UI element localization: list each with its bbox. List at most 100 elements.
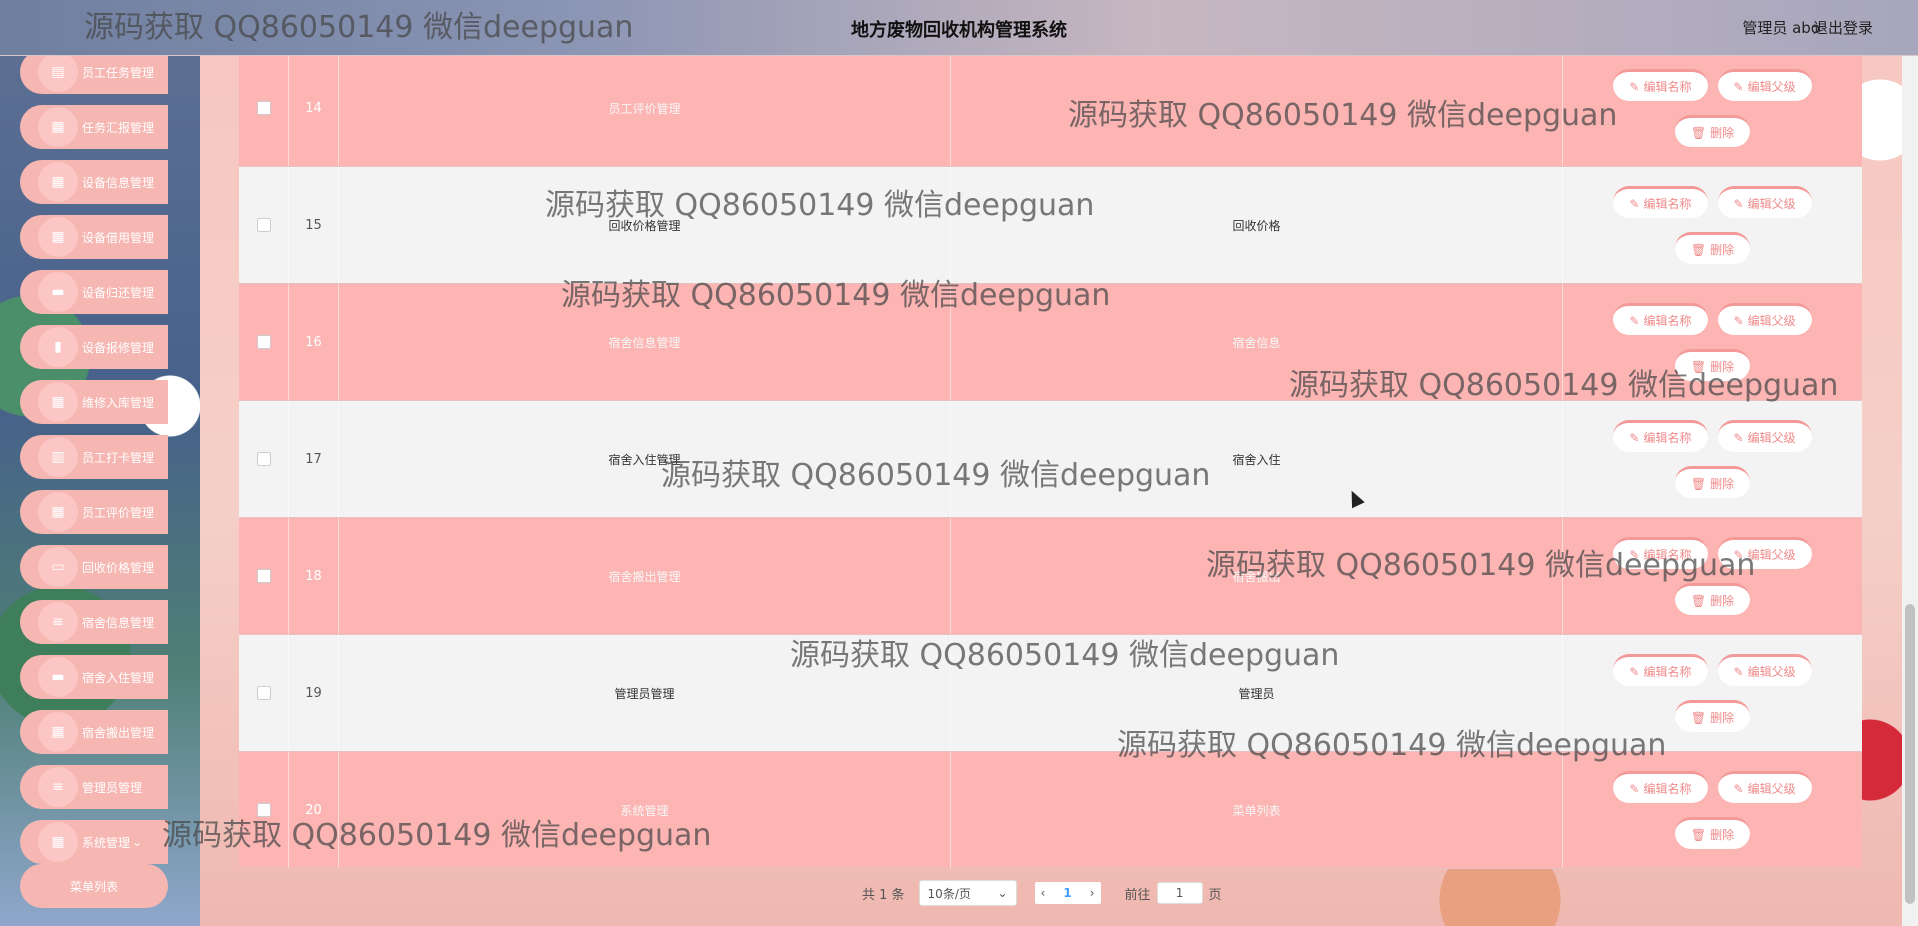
row-checkbox[interactable] [256, 686, 271, 700]
delete-button[interactable]: 🗑 删除 [1674, 700, 1751, 732]
edit-name-label: 编辑名称 [1643, 314, 1692, 328]
row-parent: 菜单列表 [951, 752, 1563, 868]
row-checkbox[interactable] [256, 218, 271, 232]
clipboard-icon: ▤ [38, 52, 78, 92]
row-checkbox[interactable] [256, 569, 271, 583]
pagination-total: 共 1 条 [862, 887, 905, 903]
delete-button[interactable]: 🗑 删除 [1674, 583, 1751, 615]
sidebar-item-device-borrow[interactable]: ▦ 设备借用管理 [20, 215, 168, 259]
row-checkbox-cell [239, 752, 289, 868]
edit-name-button[interactable]: ✎ 编辑名称 [1613, 537, 1708, 569]
grid-icon: ▦ [38, 712, 78, 752]
edit-name-button[interactable]: ✎ 编辑名称 [1613, 420, 1708, 452]
delete-button[interactable]: 🗑 删除 [1674, 817, 1751, 849]
pencil-icon: ✎ [1733, 430, 1744, 445]
sidebar-item-recycle-price[interactable]: ▭ 回收价格管理 [20, 545, 168, 589]
sidebar-item-dorm-checkin[interactable]: ▬ 宿舍入住管理 [20, 655, 168, 699]
edit-name-button[interactable]: ✎ 编辑名称 [1613, 771, 1708, 803]
sidebar-item-staff-task[interactable]: ▤ 员工任务管理 [20, 50, 168, 94]
delete-button[interactable]: 🗑 删除 [1674, 115, 1751, 147]
sidebar-item-label: 设备报修管理 [82, 340, 155, 355]
goto-page-input[interactable]: 1 [1156, 882, 1203, 904]
edit-name-button[interactable]: ✎ 编辑名称 [1613, 654, 1708, 686]
sidebar-item-admin[interactable]: ≡ 管理员管理 [20, 765, 168, 809]
delete-button[interactable]: 🗑 删除 [1674, 466, 1751, 498]
edit-name-button[interactable]: ✎ 编辑名称 [1613, 303, 1708, 335]
table-icon: ▦ [38, 492, 78, 532]
row-index: 14 [289, 50, 339, 166]
edit-name-label: 编辑名称 [1643, 782, 1692, 796]
table-row: 19 管理员管理 管理员 ✎ 编辑名称 ✎ 编辑父级 🗑 删除 [239, 635, 1862, 752]
row-checkbox[interactable] [256, 335, 271, 349]
edit-name-label: 编辑名称 [1643, 80, 1692, 94]
edit-parent-button[interactable]: ✎ 编辑父级 [1717, 303, 1812, 335]
top-bar: 地方废物回收机构管理系统 管理员 abo 退出登录 [0, 0, 1918, 56]
sidebar-item-label: 设备信息管理 [82, 175, 155, 190]
current-page[interactable]: 1 [1063, 886, 1071, 900]
row-index: 16 [289, 284, 339, 400]
grid-icon: ▦ [38, 107, 78, 147]
grid-icon: ▦ [38, 162, 78, 202]
list-icon: ≡ [38, 602, 78, 642]
sidebar-item-label: 系统管理 [82, 835, 131, 850]
edit-parent-button[interactable]: ✎ 编辑父级 [1717, 771, 1812, 803]
sidebar-item-dorm-info[interactable]: ≡ 宿舍信息管理 [20, 600, 168, 644]
table-row: 15 回收价格管理 回收价格 ✎ 编辑名称 ✎ 编辑父级 🗑 删除 [239, 167, 1862, 284]
row-actions: ✎ 编辑名称 ✎ 编辑父级 🗑 删除 [1563, 284, 1862, 400]
pencil-icon: ✎ [1629, 547, 1640, 562]
edit-parent-button[interactable]: ✎ 编辑父级 [1717, 186, 1812, 218]
row-parent: 宿舍入住 [951, 401, 1563, 517]
pencil-icon: ✎ [1629, 196, 1640, 211]
row-checkbox[interactable] [256, 101, 271, 115]
pagination: 共 1 条 10条/页 ⌄ ‹ 1 › 前往 1 页 [862, 880, 1222, 906]
edit-name-button[interactable]: ✎ 编辑名称 [1613, 186, 1708, 218]
delete-button[interactable]: 🗑 删除 [1674, 349, 1751, 381]
pencil-icon: ✎ [1733, 79, 1744, 94]
edit-name-label: 编辑名称 [1643, 548, 1692, 562]
page-unit-label: 页 [1208, 887, 1222, 903]
row-actions: ✎ 编辑名称 ✎ 编辑父级 🗑 删除 [1563, 401, 1862, 517]
edit-parent-button[interactable]: ✎ 编辑父级 [1717, 537, 1812, 569]
edit-parent-label: 编辑父级 [1747, 665, 1796, 679]
pencil-icon: ✎ [1733, 547, 1744, 562]
edit-parent-button[interactable]: ✎ 编辑父级 [1717, 654, 1812, 686]
scrollbar-thumb[interactable] [1905, 604, 1915, 904]
table-row: 18 宿舍搬出管理 宿舍搬出 ✎ 编辑名称 ✎ 编辑父级 🗑 删除 [239, 518, 1862, 635]
pencil-icon: ✎ [1733, 664, 1744, 679]
sidebar-item-repair-storage[interactable]: ▦ 维修入库管理 [20, 380, 168, 424]
edit-name-button[interactable]: ✎ 编辑名称 [1613, 69, 1708, 101]
pencil-icon: ✎ [1629, 664, 1640, 679]
sidebar-item-system[interactable]: ▦ 系统管理 ⌄ [20, 820, 168, 864]
prev-page-icon[interactable]: ‹ [1041, 886, 1046, 900]
trash-icon: 🗑 [1690, 242, 1707, 257]
sidebar-subitem-menu-list[interactable]: 菜单列表 [20, 864, 168, 908]
logout-link[interactable]: 退出登录 [1813, 17, 1873, 38]
sidebar-item-device-repair[interactable]: ▮ 设备报修管理 [20, 325, 168, 369]
row-name: 宿舍入住管理 [339, 401, 951, 517]
row-actions: ✎ 编辑名称 ✎ 编辑父级 🗑 删除 [1563, 752, 1862, 868]
sidebar-item-label: 员工评价管理 [82, 505, 155, 520]
page-size-select[interactable]: 10条/页 ⌄ [918, 880, 1017, 906]
page-nav: ‹ 1 › [1034, 882, 1101, 904]
sidebar-item-dorm-checkout[interactable]: ▦ 宿舍搬出管理 [20, 710, 168, 754]
app-title: 地方废物回收机构管理系统 [851, 20, 1067, 41]
pencil-icon: ✎ [1733, 781, 1744, 796]
sidebar-item-task-report[interactable]: ▦ 任务汇报管理 [20, 105, 168, 149]
sidebar-item-device-return[interactable]: ▬ 设备归还管理 [20, 270, 168, 314]
delete-button[interactable]: 🗑 删除 [1674, 232, 1751, 264]
scrollbar-track[interactable] [1902, 0, 1918, 926]
sidebar-item-staff-clock[interactable]: ▥ 员工打卡管理 [20, 435, 168, 479]
row-checkbox[interactable] [256, 803, 271, 817]
sidebar-item-label: 设备归还管理 [82, 285, 155, 300]
edit-parent-button[interactable]: ✎ 编辑父级 [1717, 69, 1812, 101]
sidebar-item-staff-eval[interactable]: ▦ 员工评价管理 [20, 490, 168, 534]
row-checkbox[interactable] [256, 452, 271, 466]
sidebar-item-label: 任务汇报管理 [82, 120, 155, 135]
next-page-icon[interactable]: › [1090, 886, 1095, 900]
sidebar-item-device-info[interactable]: ▦ 设备信息管理 [20, 160, 168, 204]
row-parent: 宿舍搬出 [951, 518, 1563, 634]
edit-parent-button[interactable]: ✎ 编辑父级 [1717, 420, 1812, 452]
row-name: 管理员管理 [339, 635, 951, 751]
edit-parent-label: 编辑父级 [1747, 314, 1796, 328]
sidebar-item-label: 设备借用管理 [82, 230, 155, 245]
